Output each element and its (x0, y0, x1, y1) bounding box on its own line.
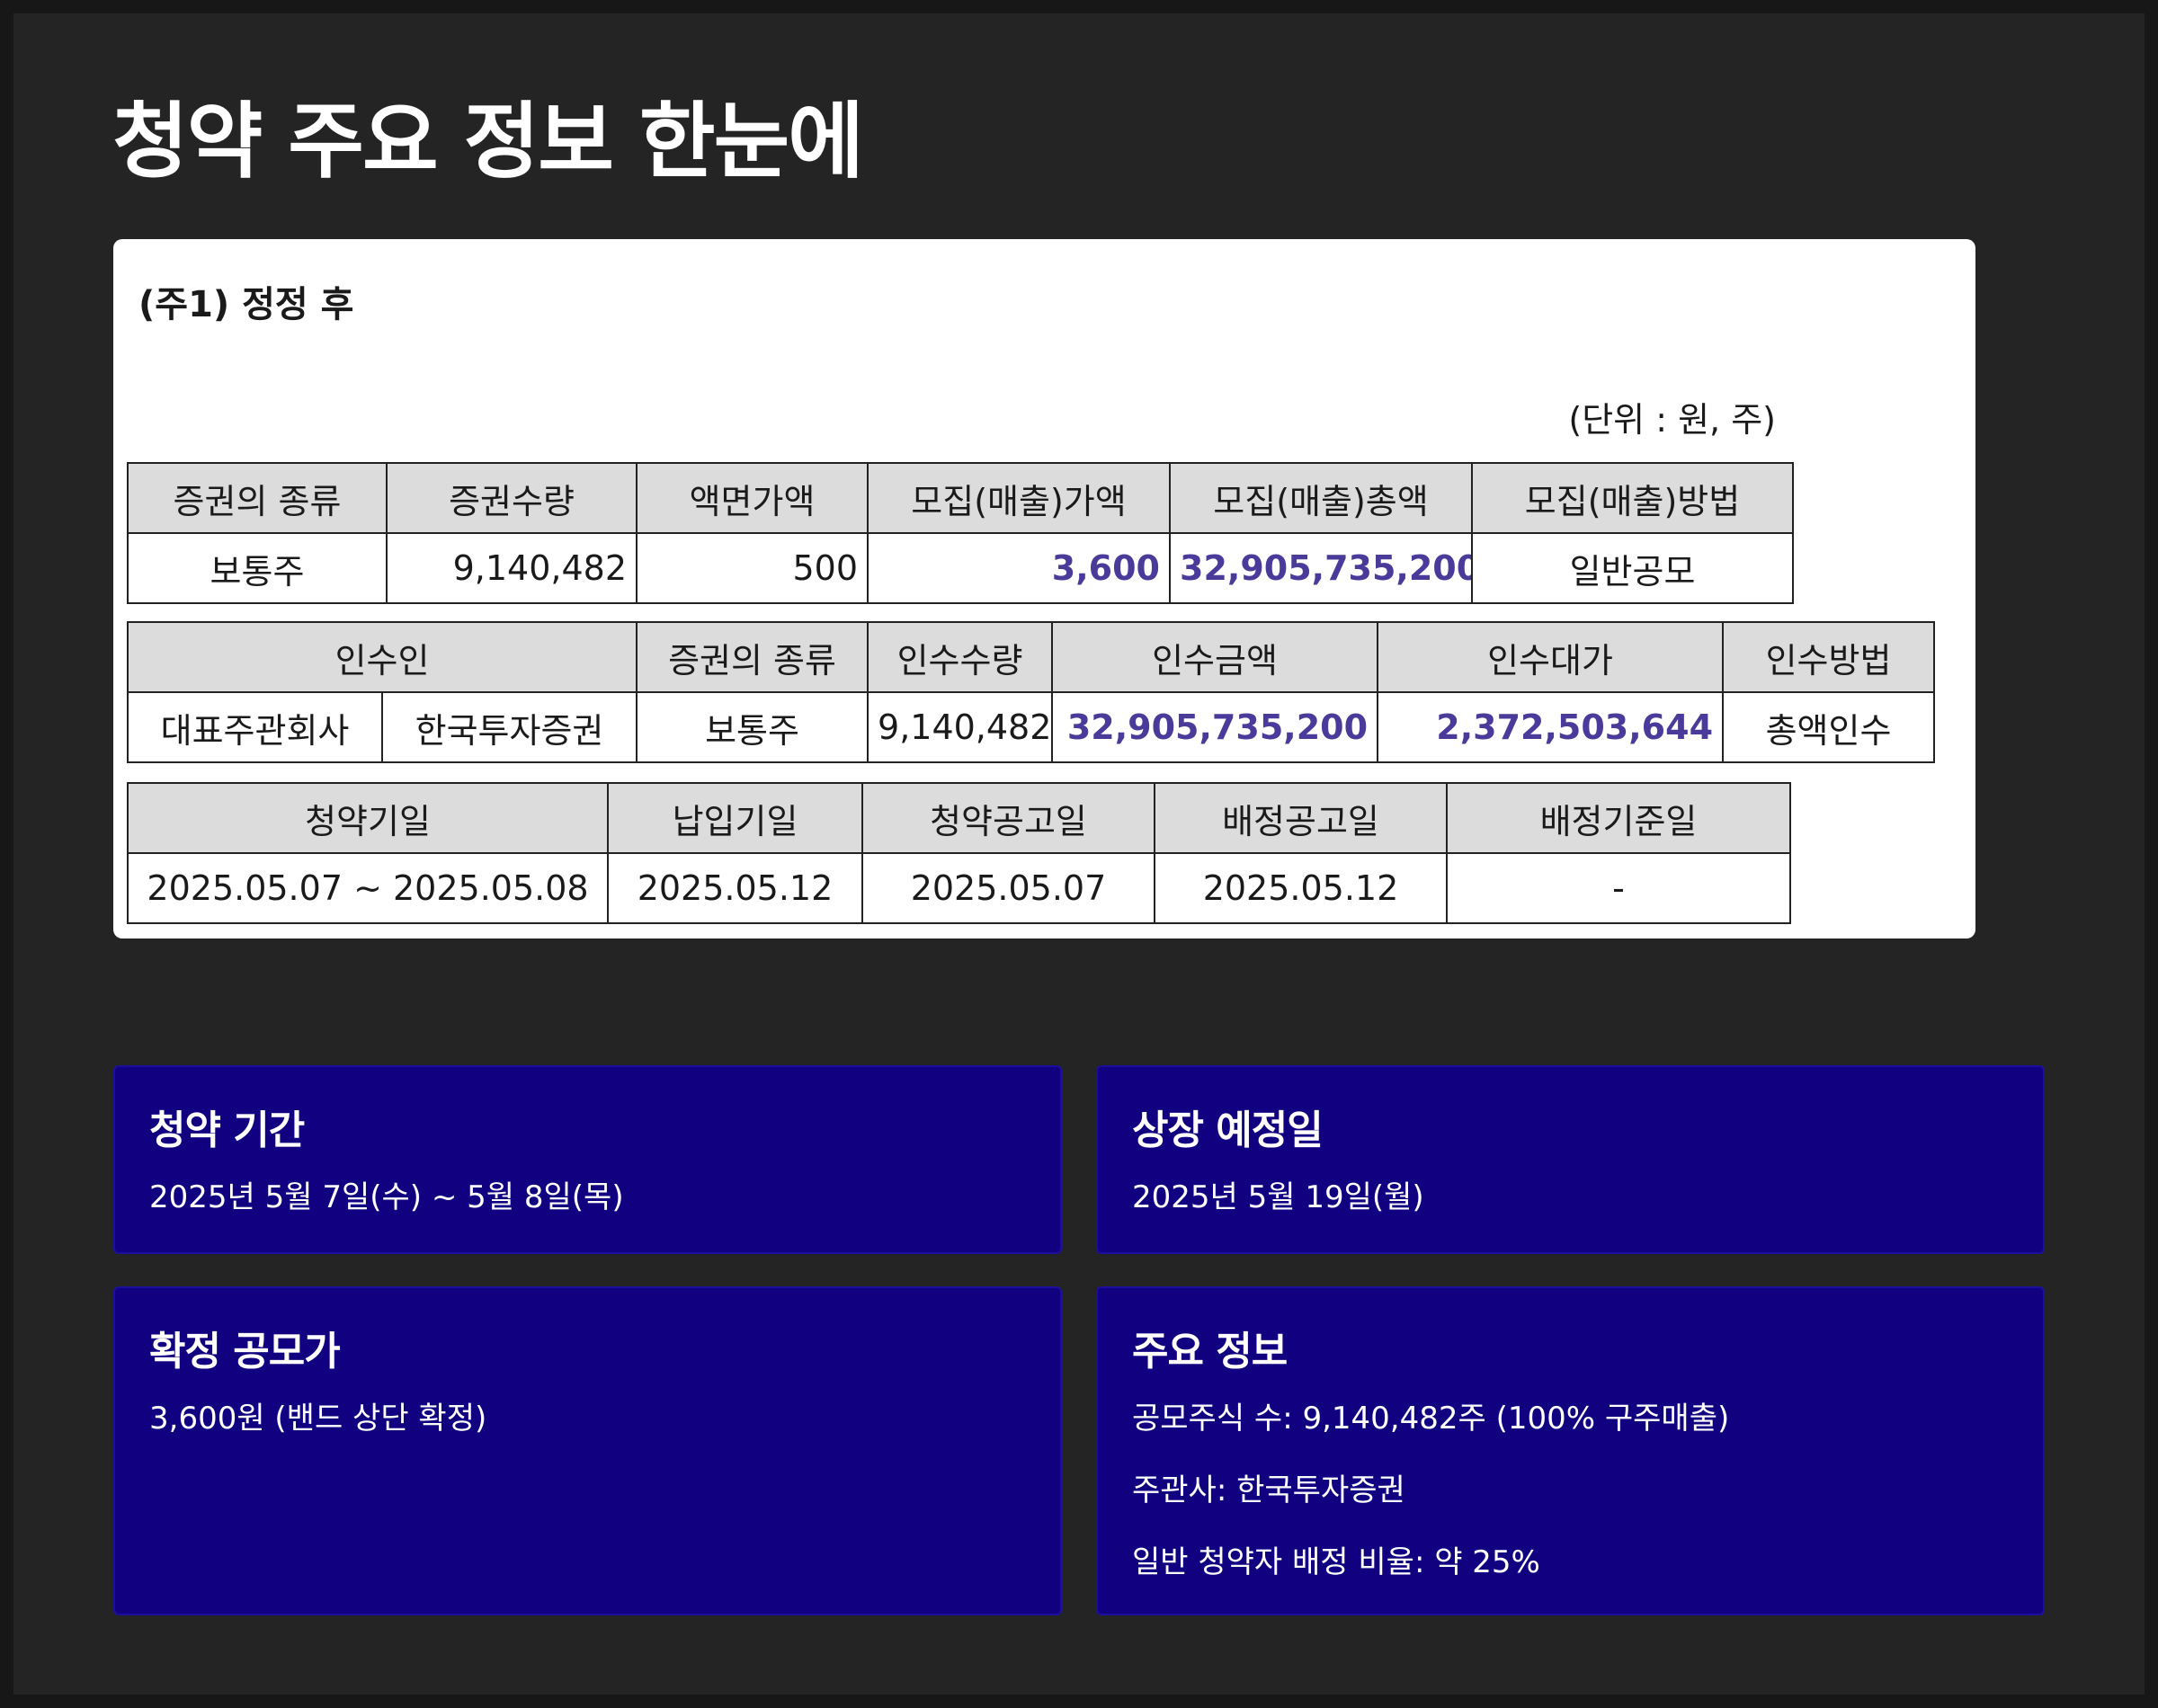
table-cell: 9,140,482 (386, 532, 638, 604)
table-cell: 보통주 (127, 532, 388, 604)
header-cell: 인수방법 (1722, 621, 1936, 693)
table-cell: 3,600 (867, 532, 1171, 604)
card-text: 일반 청약자 배정 비율: 약 25% (1132, 1544, 1540, 1580)
card-title: 확정 공모가 (149, 1329, 341, 1374)
header-cell: 인수수량 (867, 621, 1054, 693)
table-row: 2025.05.07 ~ 2025.05.08 2025.05.12 2025.… (127, 852, 1791, 924)
table-cell: 보통주 (636, 691, 869, 763)
offering-price-card: 확정 공모가 3,600원 (밴드 상단 확정) (113, 1286, 1062, 1615)
header-cell: 모집(매출)총액 (1169, 462, 1473, 534)
table-cell: 2025.05.12 (1154, 852, 1448, 924)
disclosure-document-image: (주1) 정정 후 (단위 : 원, 주) 증권의 종류 증권수량 액면가액 모… (113, 239, 1975, 939)
table-cell: 32,905,735,200 (1169, 532, 1473, 604)
table-cell: - (1446, 852, 1791, 924)
subscription-period-card: 청약 기간 2025년 5월 7일(수) ~ 5월 8일(목) (113, 1065, 1062, 1254)
table-row: 보통주 9,140,482 500 3,600 32,905,735,200 일… (127, 532, 1794, 604)
header-cell: 증권수량 (386, 462, 638, 534)
table-cell: 2025.05.07 (861, 852, 1155, 924)
page-title: 청약 주요 정보 한눈에 (112, 93, 864, 190)
table-cell: 2,372,503,644 (1377, 691, 1725, 763)
page: 청약 주요 정보 한눈에 (주1) 정정 후 (단위 : 원, 주) 증권의 종… (13, 13, 2145, 1695)
header-cell: 모집(매출)가액 (867, 462, 1171, 534)
underwriting-table: 인수인 증권의 종류 인수수량 인수금액 인수대가 인수방법 대표주관회사 한국… (126, 621, 1936, 763)
header-cell: 증권의 종류 (127, 462, 388, 534)
header-cell: 인수대가 (1377, 621, 1725, 693)
table-cell: 500 (636, 532, 869, 604)
header-cell: 액면가액 (636, 462, 869, 534)
table-cell: 일반공모 (1471, 532, 1794, 604)
table-cell: 총액인수 (1722, 691, 1936, 763)
card-text: 공모주식 수: 9,140,482주 (100% 구주매출) (1132, 1401, 1730, 1437)
table-cell: 32,905,735,200 (1051, 691, 1379, 763)
header-cell: 청약공고일 (861, 782, 1155, 854)
card-title: 주요 정보 (1132, 1329, 1288, 1374)
header-cell: 증권의 종류 (636, 621, 869, 693)
table-header-row: 인수인 증권의 종류 인수수량 인수금액 인수대가 인수방법 (126, 621, 1936, 693)
document-heading: (주1) 정정 후 (138, 284, 354, 325)
table-cell: 9,140,482 (867, 691, 1054, 763)
header-cell: 인수인 (126, 621, 638, 693)
schedule-table: 청약기일 납입기일 청약공고일 배정공고일 배정기준일 2025.05.07 ~… (127, 782, 1791, 924)
card-text: 3,600원 (밴드 상단 확정) (149, 1401, 487, 1437)
header-cell: 청약기일 (127, 782, 609, 854)
header-cell: 모집(매출)방법 (1471, 462, 1794, 534)
header-cell: 배정기준일 (1446, 782, 1791, 854)
table-row: 대표주관회사 한국투자증권 보통주 9,140,482 32,905,735,2… (127, 691, 1936, 763)
card-title: 상장 예정일 (1132, 1108, 1324, 1153)
header-cell: 배정공고일 (1154, 782, 1448, 854)
card-text: 주관사: 한국투자증권 (1132, 1472, 1405, 1508)
offering-table: 증권의 종류 증권수량 액면가액 모집(매출)가액 모집(매출)총액 모집(매출… (127, 462, 1794, 604)
table-cell: 2025.05.07 ~ 2025.05.08 (127, 852, 609, 924)
table-header-row: 증권의 종류 증권수량 액면가액 모집(매출)가액 모집(매출)총액 모집(매출… (127, 462, 1794, 534)
card-text: 2025년 5월 19일(월) (1132, 1179, 1424, 1215)
table-cell: 2025.05.12 (607, 852, 863, 924)
listing-date-card: 상장 예정일 2025년 5월 19일(월) (1096, 1065, 2045, 1254)
table-cell: 대표주관회사 (127, 691, 383, 763)
card-text: 2025년 5월 7일(수) ~ 5월 8일(목) (149, 1179, 624, 1215)
header-cell: 인수금액 (1051, 621, 1379, 693)
header-cell: 납입기일 (607, 782, 863, 854)
key-info-card: 주요 정보 공모주식 수: 9,140,482주 (100% 구주매출) 주관사… (1096, 1286, 2045, 1615)
unit-note: (단위 : 원, 주) (1568, 400, 1776, 440)
card-title: 청약 기간 (149, 1108, 305, 1153)
table-header-row: 청약기일 납입기일 청약공고일 배정공고일 배정기준일 (127, 782, 1791, 854)
table-cell: 한국투자증권 (380, 691, 638, 763)
